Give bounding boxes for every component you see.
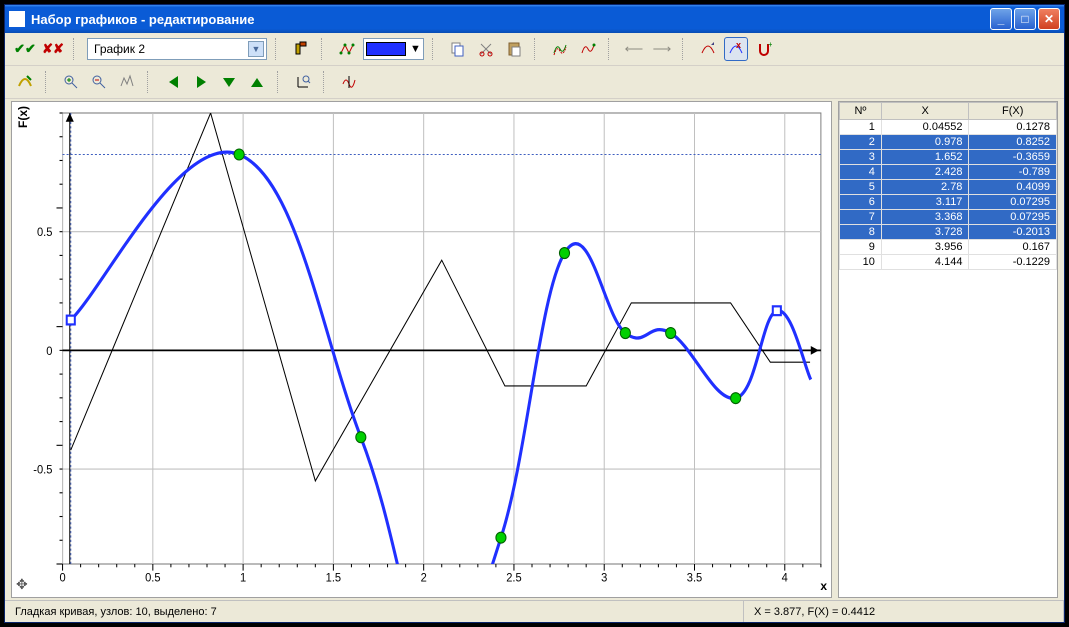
tool-curve-button[interactable] xyxy=(696,37,720,61)
curve-style-button[interactable] xyxy=(335,37,359,61)
toolbar-row-2 xyxy=(5,66,1064,99)
move-axes-icon[interactable]: ✥ xyxy=(16,576,28,593)
x-axis-label: x xyxy=(820,579,827,593)
toolbar-row-1: ✔✔ ✘✘ График 2 ▼ ▼ xyxy=(5,33,1064,66)
nav-left-button[interactable]: ⟵ xyxy=(622,37,646,61)
status-left: Гладкая кривая, узлов: 10, выделено: 7 xyxy=(5,601,744,622)
toolbar-separator xyxy=(45,71,51,93)
table-row[interactable]: 42.428-0.789 xyxy=(840,165,1057,180)
toolbar-separator xyxy=(321,38,327,60)
chevron-down-icon: ▼ xyxy=(248,41,264,57)
nav-right-button[interactable]: ⟶ xyxy=(650,37,674,61)
y-axis-label: F(x) xyxy=(16,106,30,128)
toolbar-separator xyxy=(432,38,438,60)
toolbar-separator xyxy=(147,71,153,93)
svg-text:x: x xyxy=(736,41,741,50)
toolbar-separator xyxy=(73,38,79,60)
svg-text:1.5: 1.5 xyxy=(326,571,341,585)
svg-text:4: 4 xyxy=(782,571,789,585)
pan-down-button[interactable] xyxy=(217,70,241,94)
minimize-button[interactable]: _ xyxy=(990,8,1012,30)
axes-settings-button[interactable] xyxy=(291,70,315,94)
app-window: Набор графиков - редактирование _ □ ✕ ✔✔… xyxy=(4,4,1065,623)
edit-curve-button[interactable] xyxy=(13,70,37,94)
zoom-out-button[interactable] xyxy=(87,70,111,94)
pan-left-button[interactable] xyxy=(161,70,185,94)
copy-button[interactable] xyxy=(446,37,470,61)
table-header[interactable]: F(X) xyxy=(969,103,1057,120)
toolbar-separator xyxy=(608,38,614,60)
table-header[interactable]: X xyxy=(881,103,969,120)
toolbar-separator xyxy=(682,38,688,60)
svg-text:3.5: 3.5 xyxy=(687,571,702,585)
accept-button[interactable]: ✔✔ xyxy=(13,37,37,61)
status-bar: Гладкая кривая, узлов: 10, выделено: 7 X… xyxy=(5,600,1064,622)
pan-up-button[interactable] xyxy=(245,70,269,94)
paste-button[interactable] xyxy=(502,37,526,61)
curve-edit-2-button[interactable] xyxy=(576,37,600,61)
status-right: X = 3.877, F(X) = 0.4412 xyxy=(744,601,1064,622)
table-row[interactable]: 20.9780.8252 xyxy=(840,135,1057,150)
reject-button[interactable]: ✘✘ xyxy=(41,37,65,61)
toolbar-separator xyxy=(275,38,281,60)
svg-text:0.5: 0.5 xyxy=(145,571,160,585)
table-row[interactable]: 31.652-0.3659 xyxy=(840,150,1057,165)
svg-text:0: 0 xyxy=(46,344,52,358)
pan-right-button[interactable] xyxy=(189,70,213,94)
chart-canvas[interactable]: 0 0.5 1 1.5 2 2.5 3 3.5 4 0.5 0 -0.5 xyxy=(12,102,831,597)
curve-color-combo[interactable]: ▼ xyxy=(363,38,424,60)
tool-snap-button[interactable]: + xyxy=(752,37,776,61)
svg-text:0: 0 xyxy=(59,571,65,585)
graph-selector-combo[interactable]: График 2 ▼ xyxy=(87,38,267,60)
zoom-fit-button[interactable] xyxy=(115,70,139,94)
close-button[interactable]: ✕ xyxy=(1038,8,1060,30)
svg-text:2.5: 2.5 xyxy=(506,571,521,585)
zoom-in-button[interactable] xyxy=(59,70,83,94)
table-row[interactable]: 10.045520.1278 xyxy=(840,120,1057,135)
svg-text:-0.5: -0.5 xyxy=(33,463,52,477)
cut-button[interactable] xyxy=(474,37,498,61)
svg-text:+: + xyxy=(768,41,772,49)
table-header[interactable]: Nº xyxy=(840,103,882,120)
data-table[interactable]: NºXF(X) 10.045520.127820.9780.825231.652… xyxy=(839,102,1057,270)
titlebar[interactable]: Набор графиков - редактирование _ □ ✕ xyxy=(5,5,1064,33)
table-row[interactable]: 52.780.4099 xyxy=(840,180,1057,195)
toolbar-area: ✔✔ ✘✘ График 2 ▼ ▼ xyxy=(5,33,1064,99)
data-table-panel: NºXF(X) 10.045520.127820.9780.825231.652… xyxy=(838,101,1058,598)
graph-selector-value: График 2 xyxy=(94,42,145,56)
table-row[interactable]: 73.3680.07295 xyxy=(840,210,1057,225)
chevron-down-icon: ▼ xyxy=(410,43,421,55)
curve-edit-1-button[interactable] xyxy=(548,37,572,61)
trace-button[interactable] xyxy=(337,70,361,94)
toolbar-separator xyxy=(277,71,283,93)
properties-button[interactable] xyxy=(289,37,313,61)
color-swatch xyxy=(366,42,406,56)
table-row[interactable]: 104.144-0.1229 xyxy=(840,255,1057,270)
maximize-button[interactable]: □ xyxy=(1014,8,1036,30)
toolbar-separator xyxy=(323,71,329,93)
app-icon xyxy=(9,11,25,27)
table-row[interactable]: 83.728-0.2013 xyxy=(840,225,1057,240)
tool-delete-point-button[interactable]: x xyxy=(724,37,748,61)
table-row[interactable]: 63.1170.07295 xyxy=(840,195,1057,210)
svg-text:3: 3 xyxy=(601,571,607,585)
svg-text:1: 1 xyxy=(240,571,246,585)
svg-text:2: 2 xyxy=(421,571,427,585)
plot-area[interactable]: F(x) 0 0.5 1 1.5 2 2.5 3 3.5 4 0.5 0 -0.5 x ✥ xyxy=(11,101,832,598)
table-row[interactable]: 93.9560.167 xyxy=(840,240,1057,255)
window-title: Набор графиков - редактирование xyxy=(31,12,990,27)
toolbar-separator xyxy=(534,38,540,60)
svg-text:0.5: 0.5 xyxy=(37,226,52,240)
